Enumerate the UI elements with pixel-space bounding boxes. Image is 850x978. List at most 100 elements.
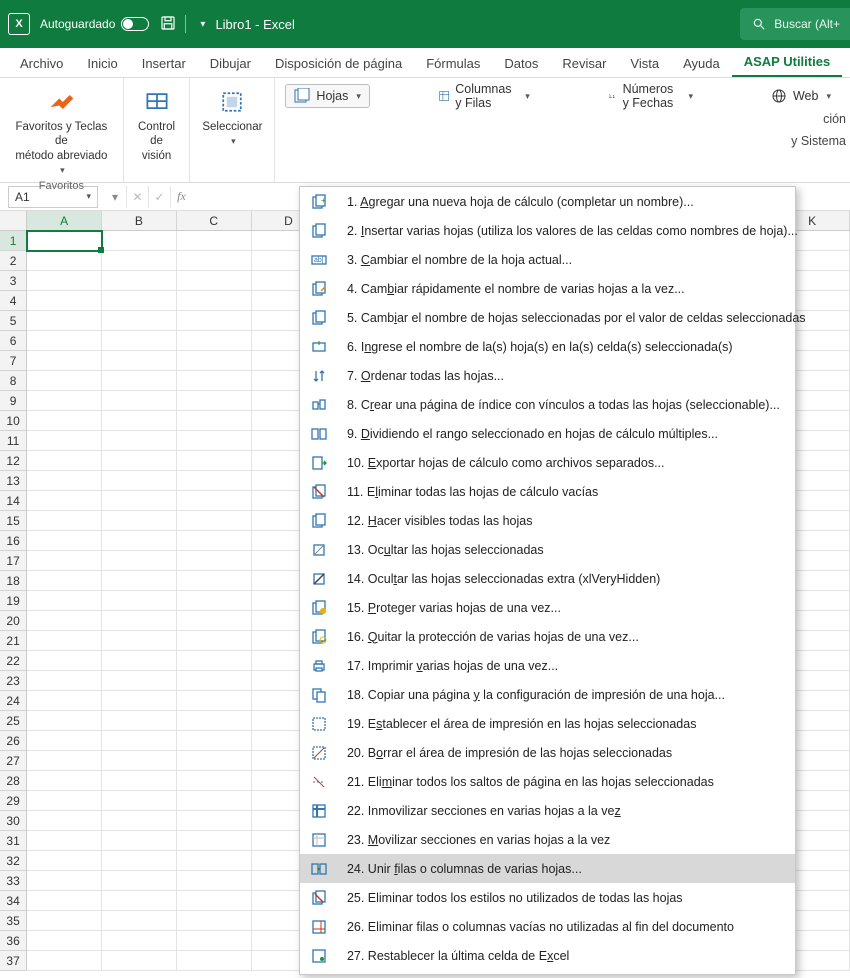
cell[interactable] [102, 371, 177, 391]
cell[interactable] [27, 931, 102, 951]
cell[interactable] [177, 891, 252, 911]
cell[interactable] [177, 911, 252, 931]
cell[interactable] [27, 851, 102, 871]
menu-item-26[interactable]: 26. Eliminar filas o columnas vacías no … [300, 912, 795, 941]
menu-item-13[interactable]: 13. Ocultar las hojas seleccionadas [300, 535, 795, 564]
row-header[interactable]: 31 [0, 831, 27, 851]
cell[interactable] [27, 771, 102, 791]
cell[interactable] [27, 471, 102, 491]
cell[interactable] [27, 271, 102, 291]
cell[interactable] [27, 791, 102, 811]
row-header[interactable]: 25 [0, 711, 27, 731]
cell[interactable] [102, 711, 177, 731]
cell[interactable] [102, 771, 177, 791]
tab-revisar[interactable]: Revisar [550, 50, 618, 77]
cell[interactable] [102, 351, 177, 371]
cell[interactable] [27, 611, 102, 631]
cell[interactable] [102, 391, 177, 411]
row-header[interactable]: 4 [0, 291, 27, 311]
cell[interactable] [27, 571, 102, 591]
cell[interactable] [102, 411, 177, 431]
cell[interactable] [102, 731, 177, 751]
cell[interactable] [102, 791, 177, 811]
tab-ayuda[interactable]: Ayuda [671, 50, 732, 77]
row-header[interactable]: 17 [0, 551, 27, 571]
row-header[interactable]: 2 [0, 251, 27, 271]
accept-formula-icon[interactable]: ✓ [148, 186, 170, 208]
menu-item-23[interactable]: 23. Movilizar secciones en varias hojas … [300, 825, 795, 854]
tab-fórmulas[interactable]: Fórmulas [414, 50, 492, 77]
cell[interactable] [102, 691, 177, 711]
menu-item-27[interactable]: 27. Restablecer la última celda de Excel [300, 941, 795, 970]
menu-item-20[interactable]: 20. Borrar el área de impresión de las h… [300, 738, 795, 767]
columnas-filas-button[interactable]: Columnas y Filas▾ [430, 84, 539, 108]
cell[interactable] [177, 371, 252, 391]
cell[interactable] [177, 231, 252, 251]
cell[interactable] [102, 251, 177, 271]
col-header[interactable]: A [27, 211, 102, 230]
cell[interactable] [102, 631, 177, 651]
menu-item-7[interactable]: 7. Ordenar todas las hojas... [300, 361, 795, 390]
cell[interactable] [177, 871, 252, 891]
menu-item-10[interactable]: 10. Exportar hojas de cálculo como archi… [300, 448, 795, 477]
cell[interactable] [102, 331, 177, 351]
cell[interactable] [102, 571, 177, 591]
cell[interactable] [102, 931, 177, 951]
cell[interactable] [102, 591, 177, 611]
cell[interactable] [102, 511, 177, 531]
cell[interactable] [177, 451, 252, 471]
menu-item-8[interactable]: 8. Crear una página de índice con víncul… [300, 390, 795, 419]
cell[interactable] [177, 831, 252, 851]
row-header[interactable]: 7 [0, 351, 27, 371]
cell[interactable] [27, 391, 102, 411]
select-all-corner[interactable] [0, 211, 27, 230]
cell[interactable] [27, 411, 102, 431]
cell[interactable] [27, 451, 102, 471]
cell[interactable] [27, 431, 102, 451]
cell[interactable] [27, 831, 102, 851]
cell[interactable] [102, 231, 177, 251]
cell[interactable] [177, 691, 252, 711]
menu-item-9[interactable]: 9. Dividiendo el rango seleccionado en h… [300, 419, 795, 448]
cell[interactable] [27, 751, 102, 771]
menu-item-25[interactable]: 25. Eliminar todos los estilos no utiliz… [300, 883, 795, 912]
row-header[interactable]: 1 [0, 231, 27, 251]
seleccionar-button[interactable]: Seleccionar▾ [202, 84, 262, 149]
row-header[interactable]: 36 [0, 931, 27, 951]
cell[interactable] [102, 531, 177, 551]
cell[interactable] [177, 651, 252, 671]
cell[interactable] [102, 951, 177, 971]
save-icon[interactable] [159, 14, 177, 35]
tab-vista[interactable]: Vista [618, 50, 671, 77]
favoritos-button[interactable]: Favoritos y Teclas de método abreviado ▾ [12, 84, 111, 178]
cell[interactable] [102, 831, 177, 851]
row-header[interactable]: 8 [0, 371, 27, 391]
cell[interactable] [177, 811, 252, 831]
menu-item-5[interactable]: 5. Cambiar el nombre de hojas selecciona… [300, 303, 795, 332]
qat-customize-icon[interactable]: ▾ [200, 19, 205, 30]
cell[interactable] [177, 671, 252, 691]
control-vision-button[interactable]: Control de visión [136, 84, 178, 163]
menu-item-4[interactable]: 4. Cambiar rápidamente el nombre de vari… [300, 274, 795, 303]
menu-item-22[interactable]: 22. Inmovilizar secciones en varias hoja… [300, 796, 795, 825]
menu-item-18[interactable]: 18. Copiar una página y la configuración… [300, 680, 795, 709]
row-header[interactable]: 20 [0, 611, 27, 631]
row-header[interactable]: 37 [0, 951, 27, 971]
cell[interactable] [177, 311, 252, 331]
cell[interactable] [102, 751, 177, 771]
cell[interactable] [102, 851, 177, 871]
cell[interactable] [102, 451, 177, 471]
cell[interactable] [27, 371, 102, 391]
cell[interactable] [177, 531, 252, 551]
cell[interactable] [177, 471, 252, 491]
cell[interactable] [102, 491, 177, 511]
cell[interactable] [27, 911, 102, 931]
cell[interactable] [27, 291, 102, 311]
cell[interactable] [177, 571, 252, 591]
cell[interactable] [27, 871, 102, 891]
cell[interactable] [177, 491, 252, 511]
cell[interactable] [27, 491, 102, 511]
cell[interactable] [27, 331, 102, 351]
row-header[interactable]: 27 [0, 751, 27, 771]
tab-asap-utilities[interactable]: ASAP Utilities [732, 48, 842, 77]
